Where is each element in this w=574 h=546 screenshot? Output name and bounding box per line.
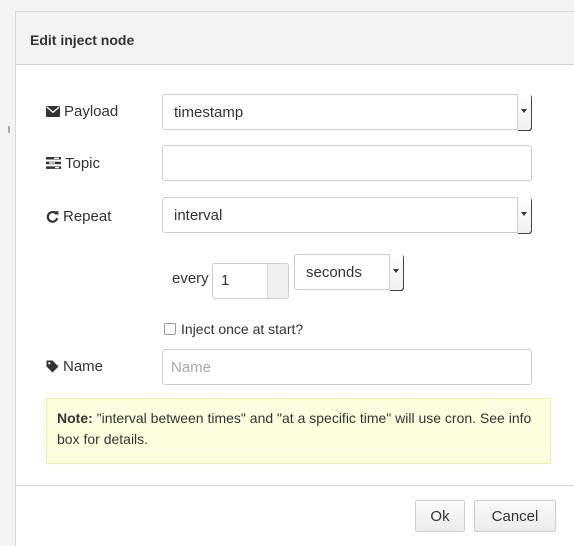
footer-divider [16,485,574,486]
edit-inject-node-dialog: Edit inject node Payload timestamp Topic… [15,11,574,546]
tasks-icon [46,157,61,169]
repeat-label-text: Repeat [63,207,112,225]
chevron-down-icon[interactable] [517,197,531,233]
repeat-label: Repeat [46,206,111,226]
interval-count-stepper[interactable]: 1 [212,263,289,299]
note-bold: Note: [57,410,93,426]
repeat-type-select[interactable]: interval [162,197,532,233]
cancel-button[interactable]: Cancel [474,500,556,532]
stepper-buttons[interactable] [267,264,288,298]
chevron-down-icon[interactable] [389,254,403,290]
topic-label: Topic [46,153,100,173]
dialog-titlebar: Edit inject node [16,12,574,65]
name-label-text: Name [63,357,104,375]
name-input[interactable] [162,349,532,385]
interval-unit-value: seconds [306,264,362,281]
workspace-edge-marker [8,126,10,133]
chevron-down-icon[interactable] [517,94,531,130]
tag-icon [46,360,59,373]
inject-once-checkbox[interactable] [164,323,176,335]
dialog-title: Edit inject node [30,32,135,48]
inject-once-label: Inject once at start? [181,321,304,337]
payload-label: Payload [46,101,118,121]
ok-button[interactable]: Ok [415,500,465,532]
cron-note: Note: "interval between times" and "at a… [46,398,551,464]
topic-label-text: Topic [65,154,101,172]
note-text: "interval between times" and "at a speci… [57,410,532,447]
every-label: every [172,270,209,287]
interval-count-value: 1 [221,272,230,289]
inject-once-option[interactable]: Inject once at start? [164,321,303,337]
payload-type-value: timestamp [174,104,244,121]
name-label: Name [46,356,103,376]
repeat-type-value: interval [174,207,223,224]
envelope-icon [46,105,60,117]
payload-type-select[interactable]: timestamp [162,94,532,130]
topic-input[interactable] [162,145,532,181]
interval-unit-select[interactable]: seconds [294,254,404,290]
payload-label-text: Payload [64,102,119,120]
repeat-icon [46,210,59,223]
